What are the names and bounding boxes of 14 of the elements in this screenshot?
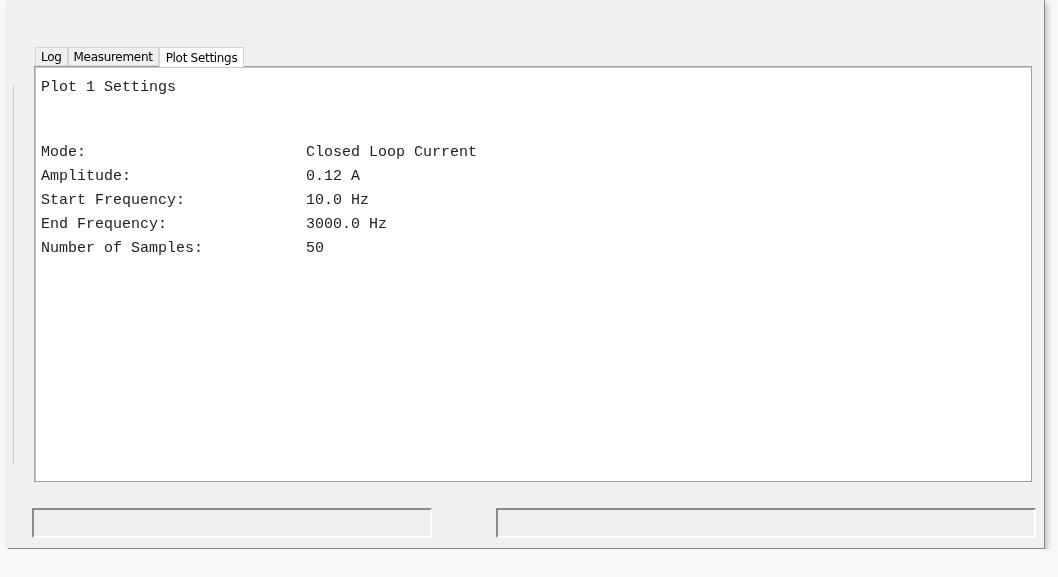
setting-value: 0.12 A: [306, 167, 360, 187]
tab[interactable]: Log: [35, 47, 68, 66]
setting-value: 3000.0 Hz: [306, 215, 387, 235]
setting-value: Closed Loop Current: [306, 143, 478, 163]
setting-label: Number of Samples:: [41, 239, 205, 259]
setting-label: End Frequency:: [41, 215, 169, 235]
setting-label: Start Frequency:: [41, 191, 187, 211]
setting-value: 10.0 Hz: [306, 191, 369, 211]
setting-label: Amplitude:: [41, 167, 132, 187]
tab[interactable]: Measurement: [67, 47, 159, 66]
setting-label: Mode:: [41, 143, 87, 163]
tab[interactable]: Plot Settings: [158, 47, 245, 67]
setting-value: 50: [306, 239, 324, 259]
panel-title: Plot 1 Settings: [41, 78, 178, 98]
